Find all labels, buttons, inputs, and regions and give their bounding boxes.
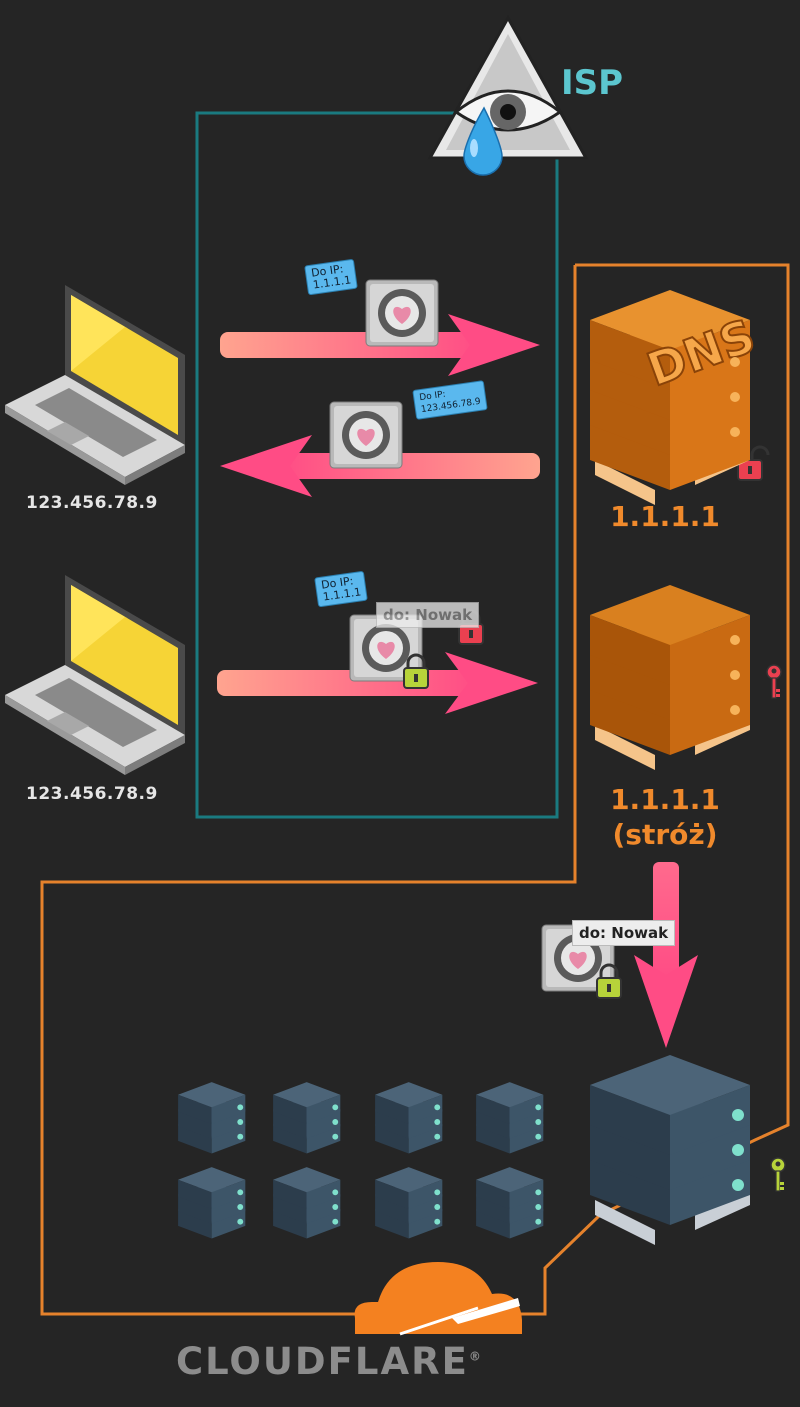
small-server-icon: [375, 1167, 443, 1239]
server-farm: [178, 1082, 544, 1239]
request-packet-cube-icon: [365, 279, 439, 347]
client-laptop-top: [5, 285, 185, 485]
destination-server-icon: [590, 1055, 750, 1245]
cloudflare-cloud-icon: [354, 1262, 522, 1336]
encrypted-inner-address: do: Nowak: [376, 602, 480, 628]
forward-down-arrow: [634, 862, 698, 1048]
small-server-icon: [178, 1082, 246, 1154]
response-packet-cube-icon: [329, 401, 403, 469]
dns-server-ip: 1.1.1.1: [610, 500, 720, 533]
isp-label: ISP: [561, 63, 624, 103]
guard-server-icon: [590, 585, 750, 770]
green-key-icon: [770, 1157, 786, 1192]
dns-server-icon: DNS: [590, 290, 763, 505]
client-bottom-ip: 123.456.78.9: [26, 784, 158, 804]
forwarded-inner-address: do: Nowak: [572, 920, 676, 946]
small-server-icon: [178, 1167, 246, 1239]
guard-server-role: (stróż): [612, 818, 718, 851]
client-laptop-bottom: [5, 575, 185, 775]
small-server-icon: [476, 1082, 544, 1154]
small-server-icon: [375, 1082, 443, 1154]
guard-server-ip: 1.1.1.1: [610, 783, 720, 816]
cloudflare-wordmark: CLOUDFLARE®: [176, 1340, 483, 1383]
small-server-icon: [476, 1167, 544, 1239]
client-top-ip: 123.456.78.9: [26, 493, 158, 513]
small-server-icon: [273, 1082, 341, 1154]
red-key-icon: [766, 664, 782, 699]
small-server-icon: [273, 1167, 341, 1239]
network-diagram: DNS: [5, 14, 790, 1336]
